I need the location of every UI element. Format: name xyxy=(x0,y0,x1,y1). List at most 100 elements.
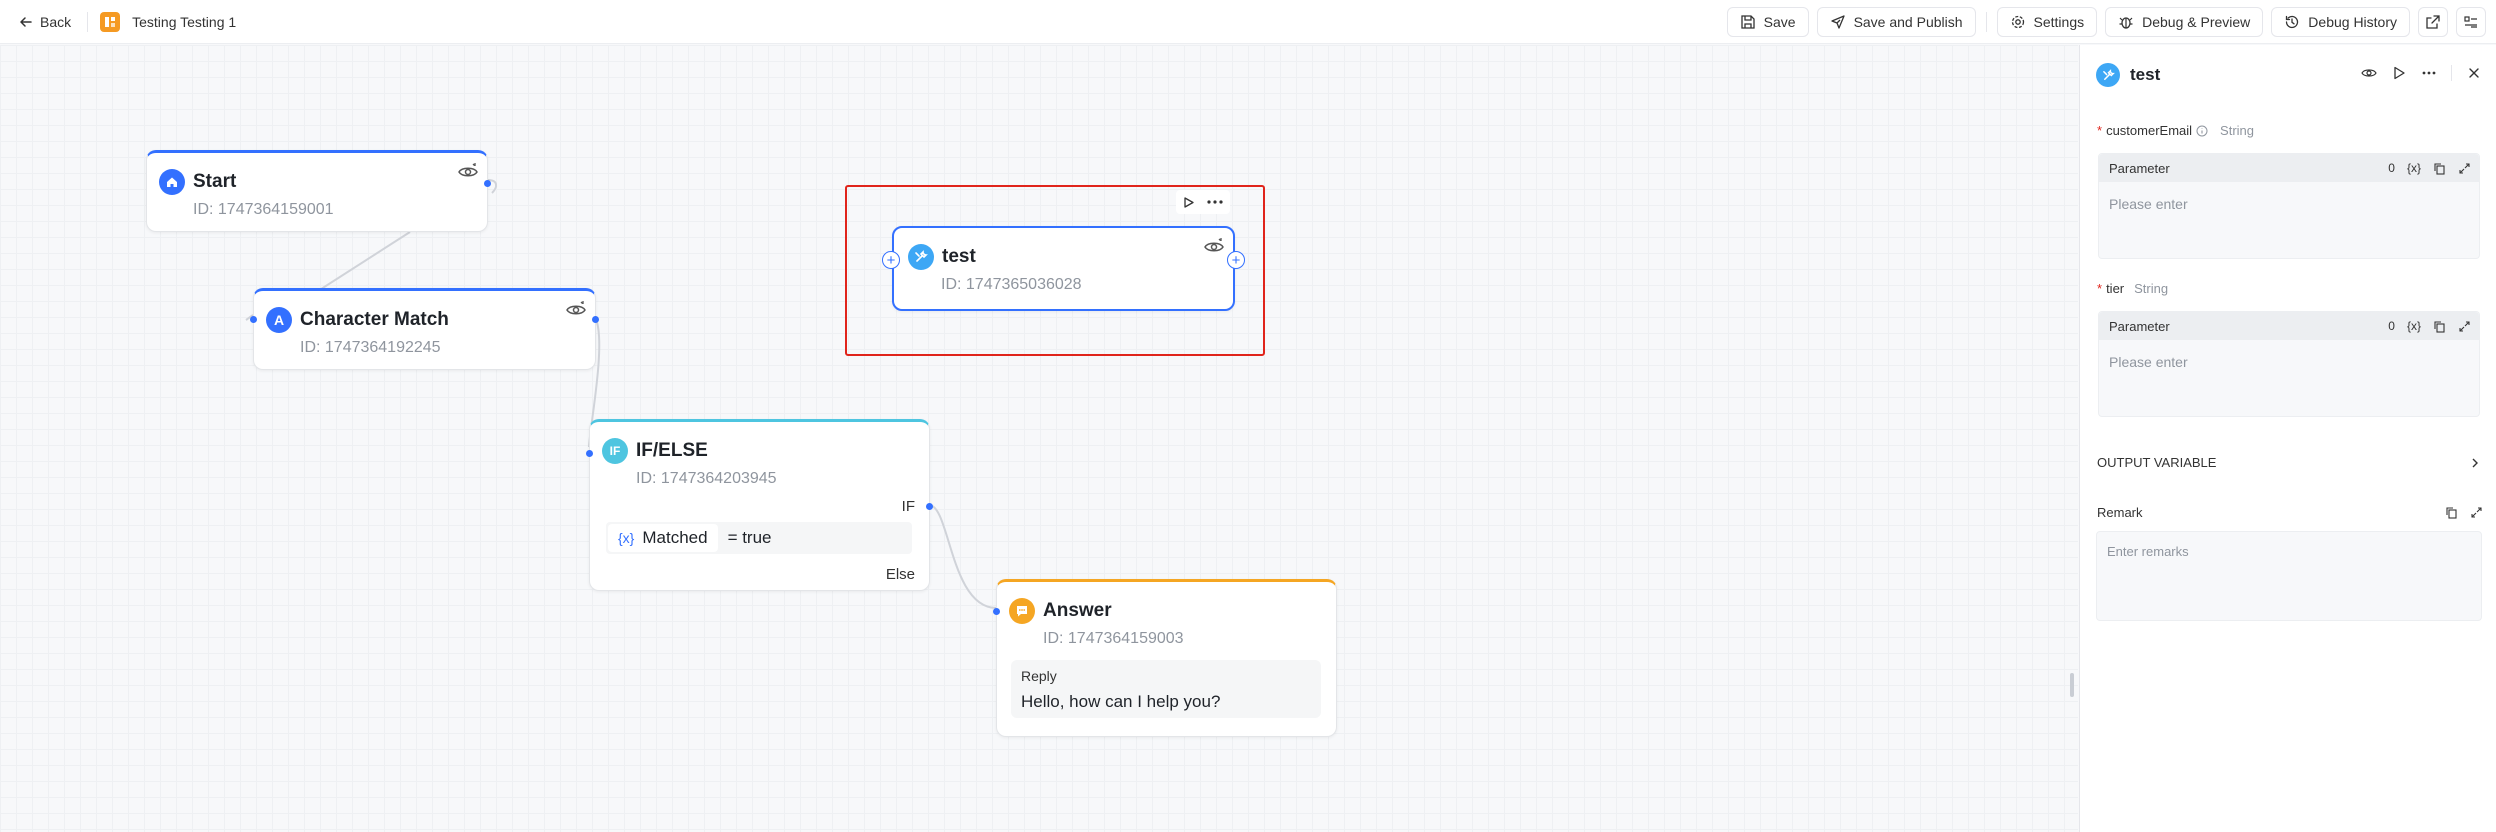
answer-node[interactable]: Answer ID: 1747364159003 Reply Hello, ho… xyxy=(993,579,1337,737)
save-button[interactable]: Save xyxy=(1726,7,1809,37)
variable-insert-icon[interactable]: {x} xyxy=(2407,319,2421,333)
add-input-button[interactable]: + xyxy=(882,251,900,269)
variable-icon: {x} xyxy=(618,530,635,546)
parameter-input-box[interactable]: Parameter 0 {x} Please enter xyxy=(2098,311,2480,417)
save-publish-button[interactable]: Save and Publish xyxy=(1816,7,1976,37)
if-output-port[interactable] xyxy=(926,503,933,510)
layout-button[interactable] xyxy=(2456,7,2486,37)
output-port[interactable] xyxy=(592,316,599,323)
field-type: String xyxy=(2220,123,2254,138)
top-bar: Back Testing Testing 1 Save Save and Pub… xyxy=(0,0,2496,44)
debug-preview-label: Debug & Preview xyxy=(2142,14,2251,30)
node-toolbar xyxy=(1176,190,1230,214)
eye-settings-icon[interactable] xyxy=(1203,236,1225,258)
character-match-node[interactable]: A Character Match ID: 1747364192245 xyxy=(250,288,599,370)
field-type: String xyxy=(2134,281,2169,296)
history-icon xyxy=(2286,15,2299,29)
open-external-button[interactable] xyxy=(2418,7,2448,37)
node-id: ID: 1747364192245 xyxy=(300,339,441,356)
more-icon[interactable] xyxy=(2421,65,2437,81)
bug-icon xyxy=(2119,17,2133,29)
debug-preview-button[interactable]: Debug & Preview xyxy=(2105,7,2264,37)
if-else-node[interactable]: IF IF/ELSE ID: 1747364203945 IF {x} Matc… xyxy=(586,419,933,591)
eye-settings-icon[interactable] xyxy=(565,299,587,321)
back-button[interactable]: Back xyxy=(12,10,77,34)
expand-icon[interactable] xyxy=(2458,162,2471,175)
remark-label: Remark xyxy=(2097,505,2143,520)
copy-icon[interactable] xyxy=(2433,162,2446,175)
add-output-button[interactable]: + xyxy=(1227,251,1245,269)
layout-icon xyxy=(2464,16,2477,28)
reply-box: Reply Hello, how can I help you? xyxy=(1011,660,1321,718)
save-publish-label: Save and Publish xyxy=(1853,14,1963,30)
eye-settings-icon[interactable] xyxy=(2361,65,2377,81)
node-id: ID: 1747364159001 xyxy=(193,201,334,218)
field-name: customerEmail xyxy=(2106,123,2193,138)
parameter-input-box[interactable]: Parameter 0 {x} Please enter xyxy=(2098,153,2480,259)
info-icon[interactable] xyxy=(2196,125,2208,137)
settings-label: Settings xyxy=(2033,14,2085,30)
else-branch-label: Else xyxy=(885,566,915,583)
copy-icon[interactable] xyxy=(2445,506,2458,519)
required-mark: * xyxy=(2097,123,2103,138)
parameter-label: Parameter xyxy=(2109,160,2170,176)
field-label-tier: * tier String xyxy=(2097,281,2168,296)
eye-settings-icon[interactable] xyxy=(457,161,479,183)
node-title: Character Match xyxy=(300,309,449,330)
save-icon xyxy=(1740,15,1755,29)
play-icon[interactable] xyxy=(1182,196,1195,209)
condition-variable: {x} Matched xyxy=(608,524,718,552)
expand-icon[interactable] xyxy=(2470,506,2483,519)
if-icon: IF xyxy=(602,438,628,464)
parameter-header: Parameter 0 {x} xyxy=(2099,154,2479,182)
input-port[interactable] xyxy=(586,450,593,457)
edge-ifelse-answer xyxy=(928,504,997,609)
remark-input[interactable]: Enter remarks xyxy=(2096,531,2482,621)
node-config-panel: test * customerEmail String Parameter 0 … xyxy=(2079,45,2496,832)
character-match-icon: A xyxy=(266,307,292,333)
field-name: tier xyxy=(2106,281,2125,296)
field-label-customer-email: * customerEmail String xyxy=(2097,123,2254,138)
workflow-canvas[interactable]: Start ID: 1747364159001 A Character Matc… xyxy=(0,45,2078,832)
send-icon xyxy=(1830,15,1845,29)
if-branch-label: IF xyxy=(901,498,915,515)
home-icon xyxy=(159,169,185,195)
app-title: Testing Testing 1 xyxy=(132,14,237,30)
panel-resize-handle[interactable] xyxy=(2070,673,2074,697)
divider xyxy=(2451,65,2452,81)
variable-insert-icon[interactable]: {x} xyxy=(2407,161,2421,175)
external-link-icon xyxy=(2426,15,2440,29)
more-icon[interactable] xyxy=(1206,199,1224,205)
parameter-placeholder[interactable]: Please enter xyxy=(2099,340,2479,384)
condition-row[interactable]: {x} Matched = true xyxy=(606,522,912,554)
copy-icon[interactable] xyxy=(2433,320,2446,333)
input-port[interactable] xyxy=(250,316,257,323)
node-title: Start xyxy=(193,171,237,192)
node-title: IF/ELSE xyxy=(636,440,708,461)
output-variable-section[interactable]: OUTPUT VARIABLE xyxy=(2097,455,2481,470)
gear-icon xyxy=(2011,15,2024,29)
tool-icon xyxy=(2096,63,2120,87)
app-logo-icon xyxy=(100,12,121,32)
output-variable-label: OUTPUT VARIABLE xyxy=(2097,455,2217,470)
node-title: test xyxy=(942,246,976,267)
condition-variable-name: Matched xyxy=(642,528,708,547)
divider xyxy=(87,12,89,32)
close-icon[interactable] xyxy=(2466,65,2482,81)
node-id: ID: 1747364159003 xyxy=(1043,630,1184,647)
divider xyxy=(1985,12,1987,32)
reply-text: Hello, how can I help you? xyxy=(1021,692,1221,711)
input-port[interactable] xyxy=(993,608,1000,615)
play-icon[interactable] xyxy=(2391,65,2407,81)
node-id: ID: 1747364203945 xyxy=(636,470,777,487)
settings-button[interactable]: Settings xyxy=(1996,7,2098,37)
start-node[interactable]: Start ID: 1747364159001 xyxy=(146,150,491,232)
remark-header: Remark xyxy=(2097,505,2483,520)
output-port[interactable] xyxy=(484,180,491,187)
parameter-placeholder[interactable]: Please enter xyxy=(2099,182,2479,226)
expand-icon[interactable] xyxy=(2458,320,2471,333)
test-node[interactable]: test ID: 1747365036028 + + xyxy=(882,226,1245,311)
parameter-label: Parameter xyxy=(2109,318,2170,334)
debug-history-button[interactable]: Debug History xyxy=(2271,7,2410,37)
save-label: Save xyxy=(1763,14,1796,30)
